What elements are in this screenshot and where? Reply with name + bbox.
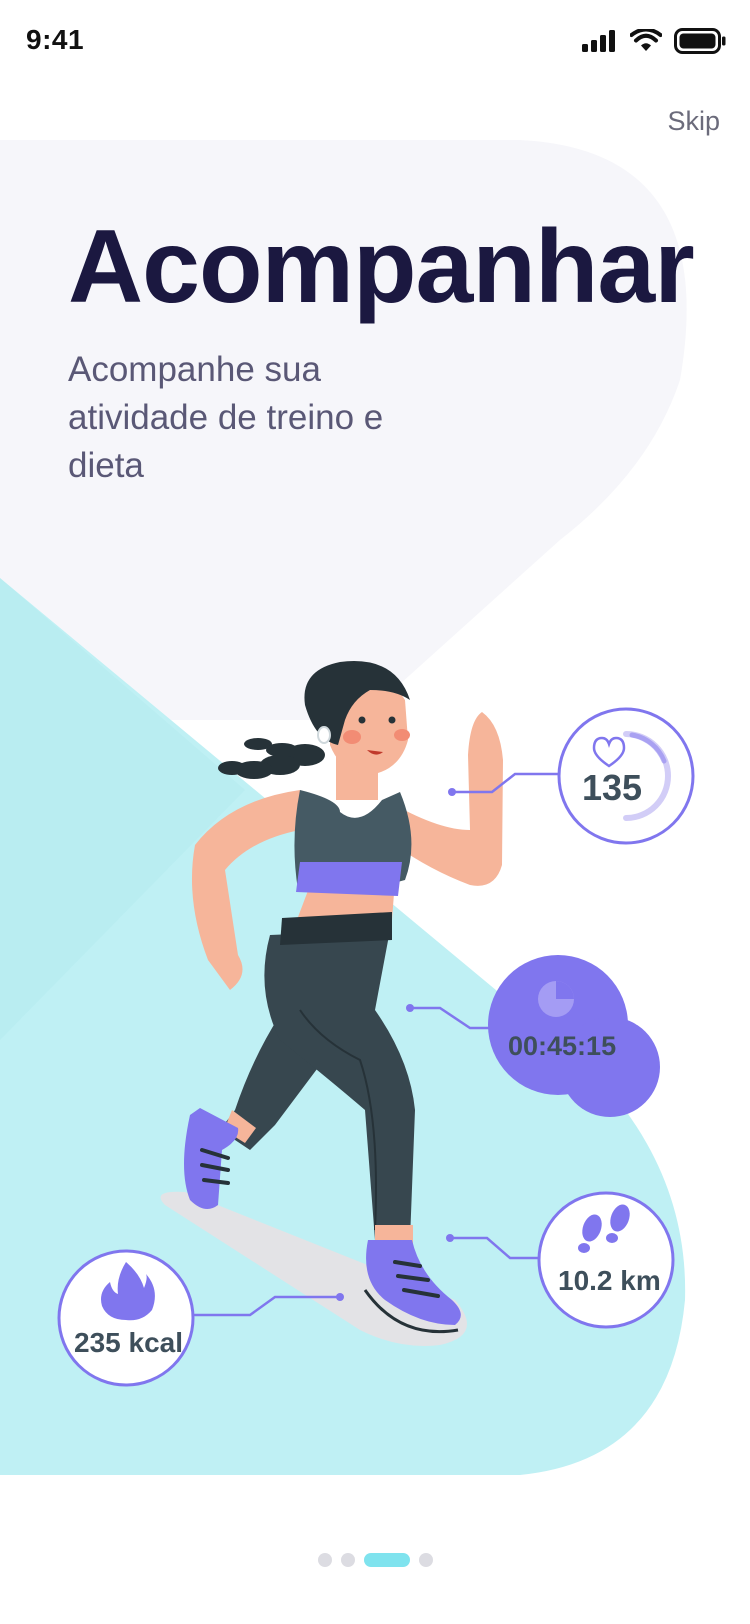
page-dot-1[interactable] bbox=[317, 1553, 332, 1567]
duration-badge: 00:45:15 bbox=[488, 955, 660, 1117]
heart-rate-badge: 135 bbox=[557, 707, 695, 845]
page-dot-2[interactable] bbox=[340, 1553, 355, 1567]
calories-badge: 235 kcal bbox=[57, 1249, 195, 1387]
calories-value: 235 kcal bbox=[74, 1327, 183, 1358]
heart-rate-value: 135 bbox=[582, 767, 642, 808]
distance-value: 10.2 km bbox=[558, 1265, 661, 1296]
page-dot-3-active[interactable] bbox=[363, 1553, 410, 1567]
distance-badge: 10.2 km bbox=[537, 1191, 675, 1329]
page-dot-4[interactable] bbox=[418, 1553, 433, 1567]
duration-value: 00:45:15 bbox=[508, 1031, 616, 1061]
clock-icon bbox=[538, 981, 574, 1017]
page-indicator bbox=[0, 1553, 750, 1567]
